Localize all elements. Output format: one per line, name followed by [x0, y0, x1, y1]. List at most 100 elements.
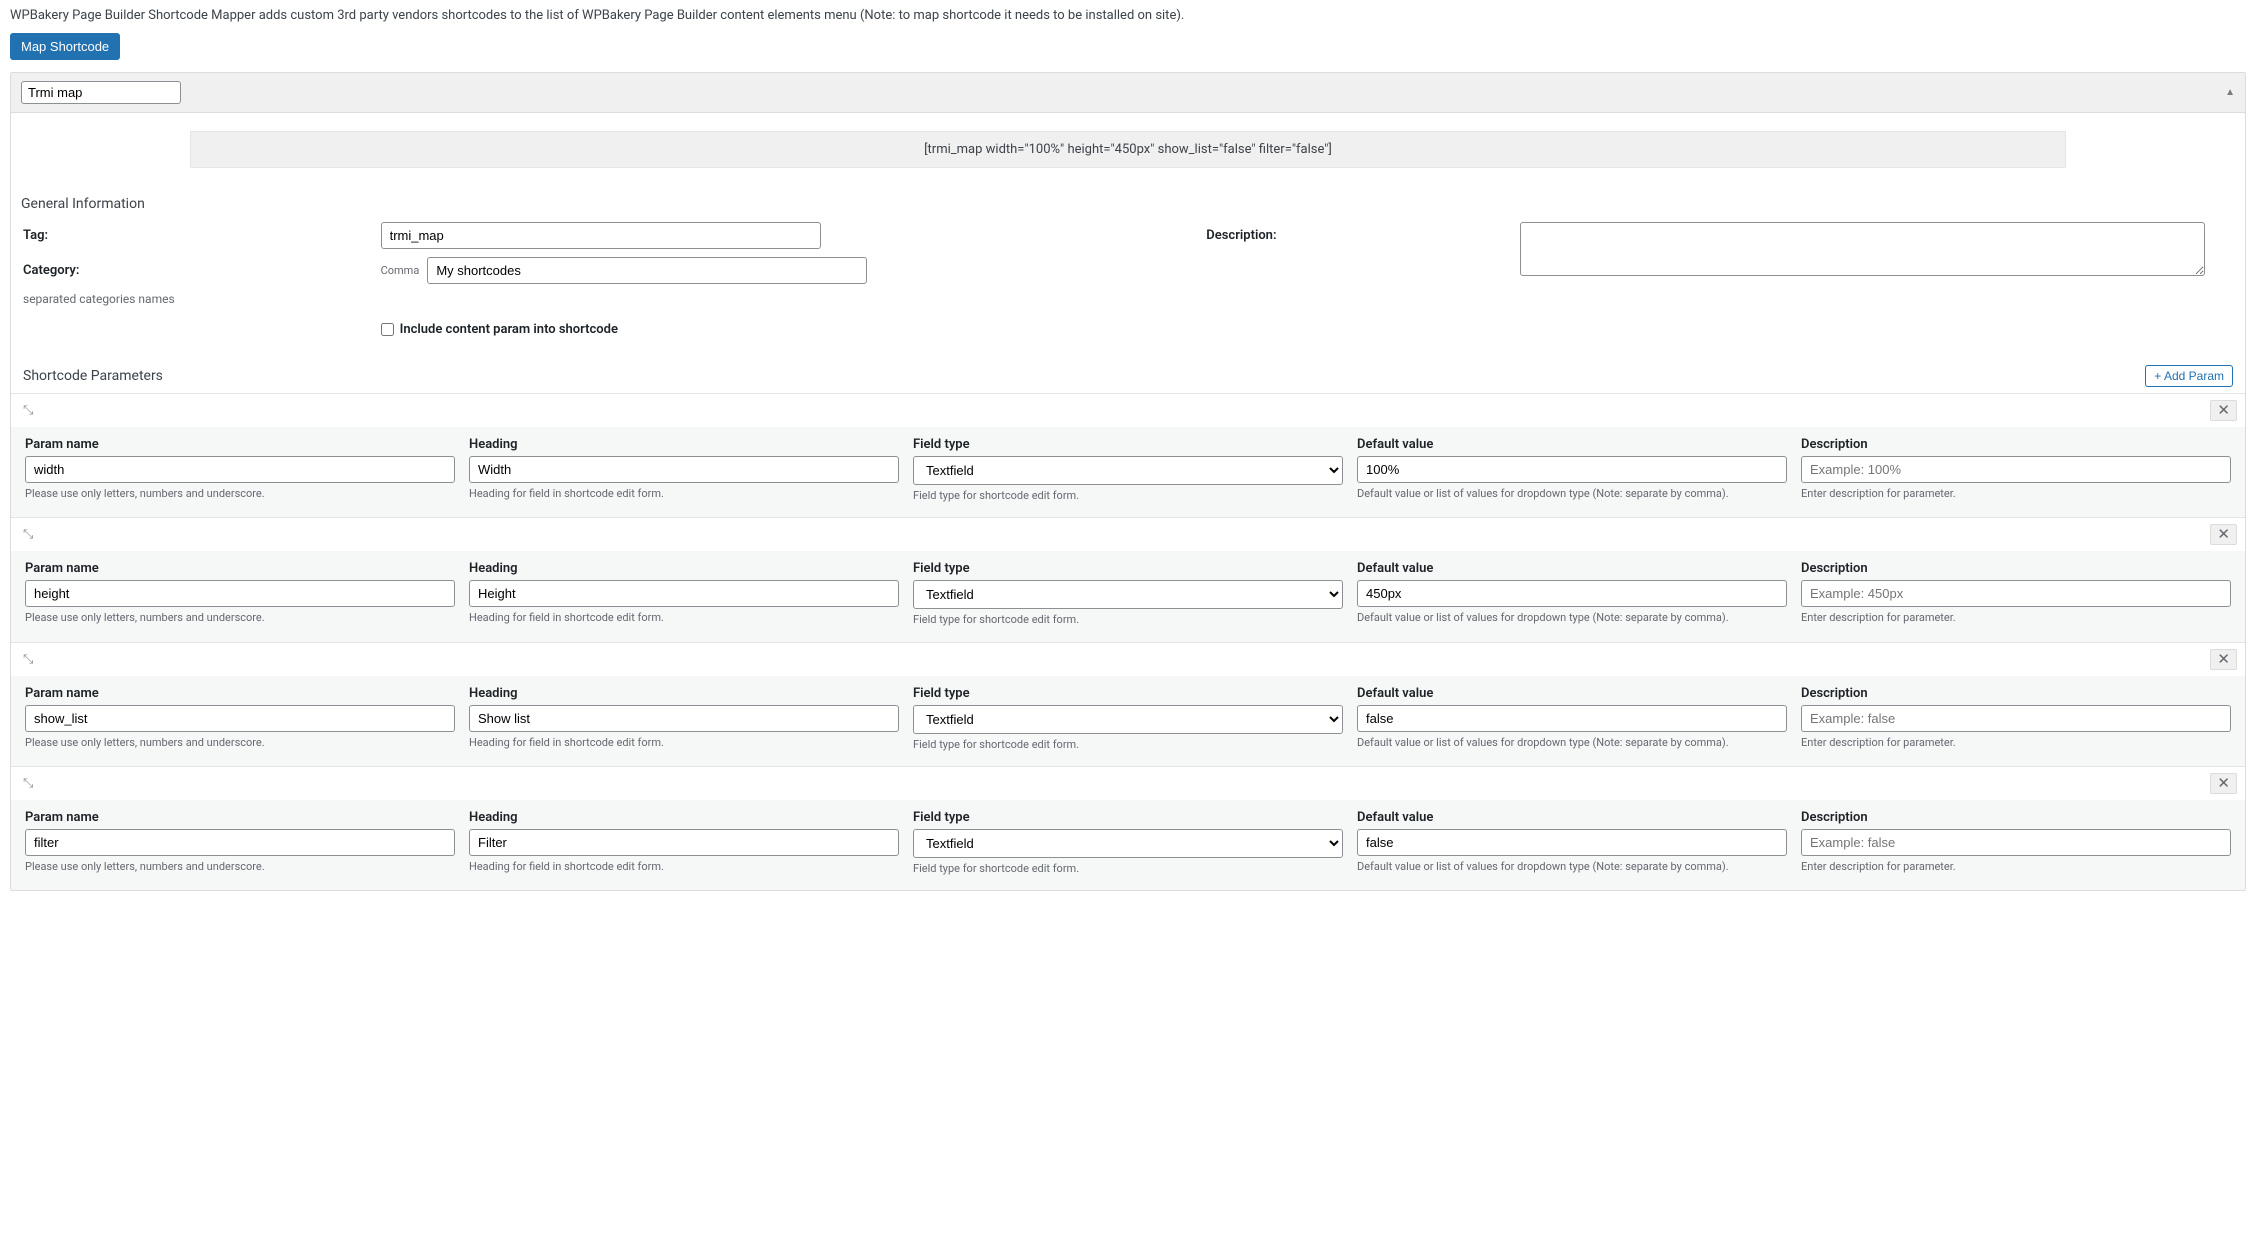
param-hint: Enter description for parameter.	[1801, 611, 2231, 625]
close-icon[interactable]: ✕	[2210, 524, 2237, 545]
param-block: ⤡✕Param namePlease use only letters, num…	[11, 517, 2245, 641]
param-cell: HeadingHeading for field in shortcode ed…	[469, 437, 899, 503]
param-fieldtype-select[interactable]: Textfield	[913, 829, 1343, 858]
param-label: Field type	[913, 810, 1343, 825]
param-cell: Description Enter description for paramet…	[1801, 686, 2231, 752]
param-label: Default value	[1357, 810, 1787, 825]
param-hint: Enter description for parameter.	[1801, 860, 2231, 874]
category-input[interactable]	[427, 257, 867, 284]
param-cell: Default valueDefault value or list of va…	[1357, 810, 1787, 876]
general-form: Tag: Description: Category: Comma separa…	[11, 222, 2245, 351]
param-fieldtype-select[interactable]: Textfield	[913, 456, 1343, 485]
param-block: ⤡✕Param namePlease use only letters, num…	[11, 766, 2245, 890]
param-label: Description	[1801, 686, 2231, 701]
param-handle: ⤡✕	[11, 767, 2245, 800]
category-prefix: Comma	[381, 264, 420, 277]
map-shortcode-button[interactable]: Map Shortcode	[10, 33, 120, 60]
param-cell: Param namePlease use only letters, numbe…	[25, 810, 455, 876]
add-param-button[interactable]: + Add Param	[2145, 365, 2233, 387]
tag-label: Tag:	[23, 222, 377, 243]
param-hint: Default value or list of values for drop…	[1357, 611, 1787, 625]
close-icon[interactable]: ✕	[2210, 649, 2237, 670]
param-block: ⤡✕Param namePlease use only letters, num…	[11, 642, 2245, 766]
param-label: Default value	[1357, 686, 1787, 701]
param-heading-input[interactable]	[469, 580, 899, 607]
param-label: Param name	[25, 437, 455, 452]
param-label: Param name	[25, 810, 455, 825]
param-label: Field type	[913, 437, 1343, 452]
param-hint: Please use only letters, numbers and und…	[25, 611, 455, 625]
drag-icon[interactable]: ⤡	[19, 525, 37, 544]
param-cell: Default value Default value or list of va…	[1357, 561, 1787, 627]
param-cell: Field type Textfield Field type for shortc…	[913, 437, 1343, 503]
param-description-input[interactable]	[1801, 829, 2231, 856]
param-label: Description	[1801, 437, 2231, 452]
param-label: Default value	[1357, 561, 1787, 576]
collapse-toggle-icon[interactable]: ▲	[2225, 87, 2235, 98]
param-label: Default value	[1357, 437, 1787, 452]
param-label: Field type	[913, 686, 1343, 701]
param-heading-input[interactable]	[469, 456, 899, 483]
param-fieldtype-select[interactable]: Textfield	[913, 580, 1343, 609]
param-default-input[interactable]	[1357, 456, 1787, 483]
param-hint: Enter description for parameter.	[1801, 736, 2231, 750]
param-label: Heading	[469, 561, 899, 576]
panel-header: ▲	[11, 73, 2245, 113]
param-default-input[interactable]	[1357, 580, 1787, 607]
drag-icon[interactable]: ⤡	[19, 650, 37, 669]
param-handle: ⤡✕	[11, 518, 2245, 551]
description-label: Description:	[1206, 222, 1515, 243]
param-name-input[interactable]	[25, 580, 455, 607]
param-hint: Heading for field in shortcode edit form…	[469, 611, 899, 625]
param-hint: Field type for shortcode edit form.	[913, 489, 1343, 503]
close-icon[interactable]: ✕	[2210, 400, 2237, 421]
param-cell: Field typeTextfieldField type for shortc…	[913, 810, 1343, 876]
params-list: ⤡✕Param namePlease use only letters, num…	[11, 393, 2245, 890]
param-cell: Default value Default value or list of va…	[1357, 686, 1787, 752]
param-cell: DescriptionEnter description for paramet…	[1801, 561, 2231, 627]
param-cell: Param namePlease use only letters, numbe…	[25, 561, 455, 627]
drag-icon[interactable]: ⤡	[19, 774, 37, 793]
param-row: Param namePlease use only letters, numbe…	[11, 551, 2245, 641]
param-hint: Default value or list of values for drop…	[1357, 736, 1787, 750]
param-label: Field type	[913, 561, 1343, 576]
param-name-input[interactable]	[25, 829, 455, 856]
param-label: Heading	[469, 437, 899, 452]
shortcode-title-input[interactable]	[21, 81, 181, 104]
shortcode-panel: ▲ [trmi_map width="100%" height="450px" …	[10, 72, 2246, 891]
param-block: ⤡✕Param namePlease use only letters, num…	[11, 393, 2245, 517]
description-textarea[interactable]	[1520, 222, 2205, 276]
drag-icon[interactable]: ⤡	[19, 401, 37, 420]
param-hint: Field type for shortcode edit form.	[913, 613, 1343, 627]
param-description-input[interactable]	[1801, 705, 2231, 732]
param-handle: ⤡✕	[11, 394, 2245, 427]
param-name-input[interactable]	[25, 456, 455, 483]
param-cell: Param namePlease use only letters, numbe…	[25, 686, 455, 752]
close-icon[interactable]: ✕	[2210, 773, 2237, 794]
param-row: Param namePlease use only letters, numbe…	[11, 427, 2245, 517]
param-cell: Default value Default value or list of va…	[1357, 437, 1787, 503]
intro-text: WPBakery Page Builder Shortcode Mapper a…	[0, 0, 2256, 27]
param-description-input[interactable]	[1801, 456, 2231, 483]
category-hint: separated categories names	[23, 292, 1132, 306]
param-heading-input[interactable]	[469, 829, 899, 856]
param-handle: ⤡✕	[11, 643, 2245, 676]
param-description-input[interactable]	[1801, 580, 2231, 607]
param-default-input[interactable]	[1357, 705, 1787, 732]
param-cell: HeadingHeading for field in shortcode ed…	[469, 686, 899, 752]
param-cell: Heading Heading for field in shortcode ed…	[469, 810, 899, 876]
param-hint: Heading for field in shortcode edit form…	[469, 736, 899, 750]
include-content-checkbox[interactable]	[381, 323, 394, 336]
param-cell: DescriptionEnter description for paramet…	[1801, 437, 2231, 503]
param-hint: Default value or list of values for drop…	[1357, 487, 1787, 501]
param-heading-input[interactable]	[469, 705, 899, 732]
param-fieldtype-select[interactable]: Textfield	[913, 705, 1343, 734]
params-title: Shortcode Parameters	[23, 368, 163, 384]
tag-input[interactable]	[381, 222, 821, 249]
param-hint: Heading for field in shortcode edit form…	[469, 860, 899, 874]
param-default-input[interactable]	[1357, 829, 1787, 856]
shortcode-preview: [trmi_map width="100%" height="450px" sh…	[190, 131, 2067, 168]
param-cell: Field type Textfield Field type for shortc…	[913, 561, 1343, 627]
param-label: Heading	[469, 810, 899, 825]
param-name-input[interactable]	[25, 705, 455, 732]
